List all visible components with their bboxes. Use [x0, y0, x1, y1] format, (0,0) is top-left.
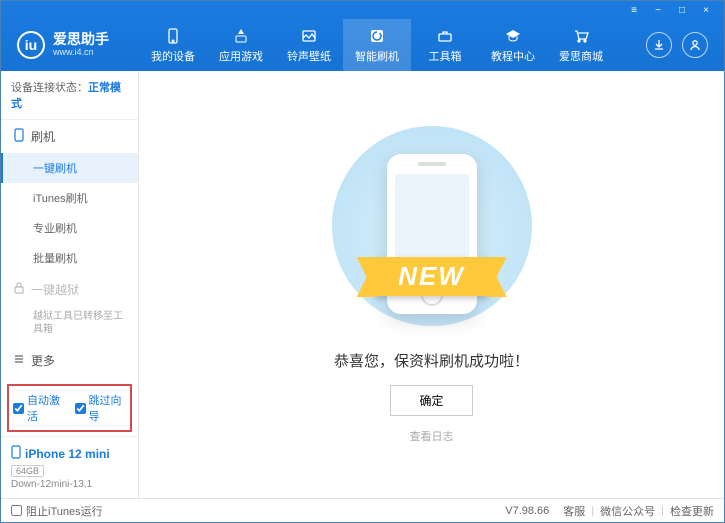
nav-apps[interactable]: 应用游戏: [207, 19, 275, 71]
nav-label: 应用游戏: [219, 48, 263, 64]
success-illustration: NEW: [332, 126, 532, 326]
toolbox-icon: [436, 27, 454, 45]
nav-label: 爱思商城: [559, 48, 603, 64]
status-label: 设备连接状态：: [11, 82, 88, 94]
group-label: 一键越狱: [31, 281, 79, 298]
sidebar-item-pro[interactable]: 专业刷机: [1, 213, 138, 243]
nav-store[interactable]: 爱思商城: [547, 19, 615, 71]
device-firmware: Down-12mini-13,1: [11, 479, 128, 490]
list-icon: [13, 353, 25, 368]
ok-button[interactable]: 确定: [390, 385, 472, 416]
header-actions: [630, 19, 724, 71]
sidebar-item-itunes[interactable]: iTunes刷机: [1, 183, 138, 213]
device-name: iPhone 12 mini: [11, 445, 128, 462]
version-label: V7.98.66: [505, 505, 549, 517]
window-minimize-button[interactable]: −: [648, 3, 668, 17]
main-panel: NEW 恭喜您，保资料刷机成功啦！ 确定 查看日志: [139, 71, 724, 498]
nav-device[interactable]: 我的设备: [139, 19, 207, 71]
nav-label: 我的设备: [151, 48, 195, 64]
nav-toolbox[interactable]: 工具箱: [411, 19, 479, 71]
phone-icon: [164, 27, 182, 45]
body: 设备连接状态：正常模式 刷机 一键刷机 iTunes刷机 专业刷机 批量刷机 一…: [1, 71, 724, 498]
nav-label: 教程中心: [491, 48, 535, 64]
device-storage: 64GB: [11, 465, 44, 477]
app-site: www.i4.cn: [53, 48, 109, 58]
wallpaper-icon: [300, 27, 318, 45]
group-label: 刷机: [31, 128, 55, 145]
sidebar-group-jailbreak[interactable]: 一键越狱: [1, 273, 138, 306]
jailbreak-note: 越狱工具已转移至工具箱: [1, 306, 138, 344]
sidebar-item-batch[interactable]: 批量刷机: [1, 243, 138, 273]
cart-icon: [572, 27, 590, 45]
app-window: ≡ − □ × iu 爱思助手 www.i4.cn 我的设备: [0, 0, 725, 523]
top-nav: 我的设备 应用游戏 铃声壁纸: [139, 19, 630, 71]
refresh-icon: [368, 27, 386, 45]
sidebar-item-other[interactable]: 其他工具: [1, 377, 138, 380]
nav-flash[interactable]: 智能刷机: [343, 19, 411, 71]
user-button[interactable]: [682, 32, 708, 58]
group-label: 更多: [31, 352, 55, 369]
apps-icon: [232, 27, 250, 45]
sidebar: 设备连接状态：正常模式 刷机 一键刷机 iTunes刷机 专业刷机 批量刷机 一…: [1, 71, 139, 498]
nav-label: 工具箱: [429, 48, 462, 64]
header: ≡ − □ × iu 爱思助手 www.i4.cn 我的设备: [1, 1, 724, 71]
connection-status: 设备连接状态：正常模式: [1, 71, 138, 120]
nav-rings[interactable]: 铃声壁纸: [275, 19, 343, 71]
footer: 阻止iTunes运行 V7.98.66 客服 | 微信公众号 | 检查更新: [1, 498, 724, 522]
block-itunes-checkbox[interactable]: 阻止iTunes运行: [11, 503, 103, 519]
update-link[interactable]: 检查更新: [670, 503, 714, 519]
auto-activate-checkbox[interactable]: 自动激活: [13, 392, 65, 424]
window-controls: ≡ − □ ×: [1, 1, 724, 19]
header-main: iu 爱思助手 www.i4.cn 我的设备 应用游戏: [1, 19, 724, 71]
skip-guide-checkbox[interactable]: 跳过向导: [75, 392, 127, 424]
sidebar-group-more[interactable]: 更多: [1, 344, 138, 377]
device-icon: [11, 445, 21, 462]
flash-options: 自动激活 跳过向导: [7, 384, 132, 432]
service-link[interactable]: 客服: [563, 503, 585, 519]
app-title: 爱思助手: [53, 32, 109, 47]
logo-text: 爱思助手 www.i4.cn: [53, 32, 109, 57]
sidebar-item-oneclick[interactable]: 一键刷机: [1, 153, 138, 183]
sidebar-list: 刷机 一键刷机 iTunes刷机 专业刷机 批量刷机 一键越狱 越狱工具已转移至…: [1, 120, 138, 380]
device-info[interactable]: iPhone 12 mini 64GB Down-12mini-13,1: [1, 436, 138, 498]
graduation-icon: [504, 27, 522, 45]
sidebar-group-flash[interactable]: 刷机: [1, 120, 138, 153]
window-maximize-button[interactable]: □: [672, 3, 692, 17]
nav-label: 铃声壁纸: [287, 48, 331, 64]
download-button[interactable]: [646, 32, 672, 58]
nav-label: 智能刷机: [355, 48, 399, 64]
new-ribbon: NEW: [374, 257, 489, 296]
wechat-link[interactable]: 微信公众号: [600, 503, 655, 519]
lock-icon: [13, 282, 25, 297]
nav-tutorial[interactable]: 教程中心: [479, 19, 547, 71]
logo[interactable]: iu 爱思助手 www.i4.cn: [1, 19, 139, 71]
phone-outline-icon: [13, 128, 25, 145]
logo-icon: iu: [17, 31, 45, 59]
view-log-link[interactable]: 查看日志: [410, 428, 454, 444]
window-close-button[interactable]: ×: [696, 3, 716, 17]
success-message: 恭喜您，保资料刷机成功啦！: [334, 350, 529, 371]
window-menu-button[interactable]: ≡: [624, 3, 644, 17]
